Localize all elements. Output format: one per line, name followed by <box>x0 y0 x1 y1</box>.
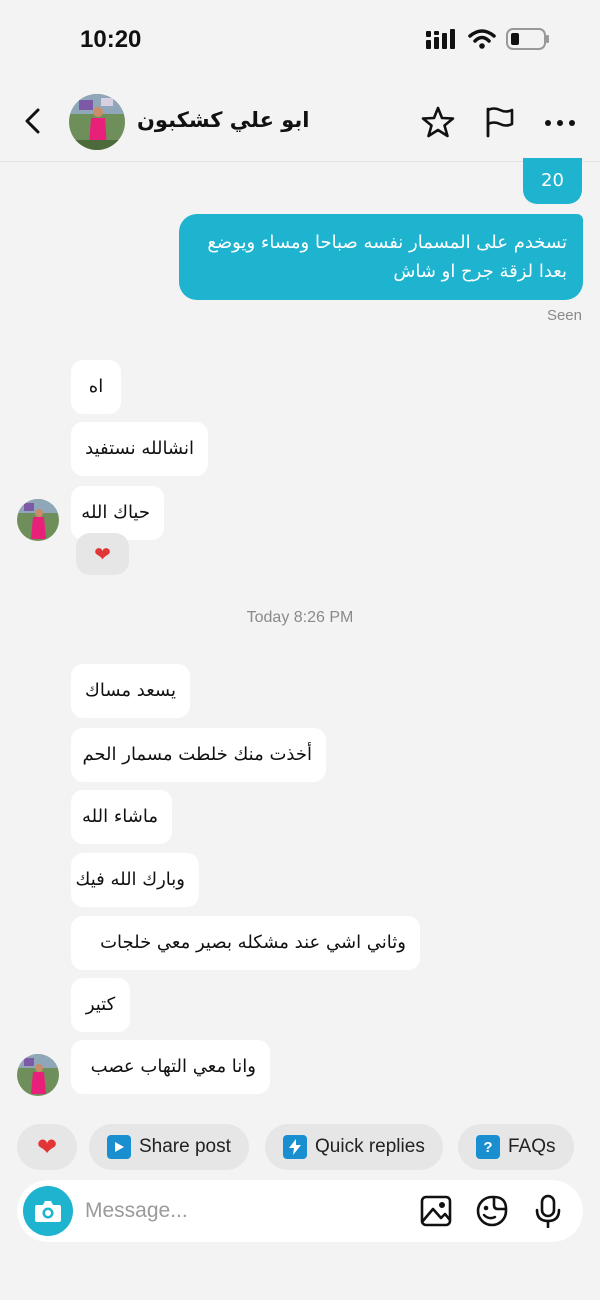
incoming-message[interactable]: يسعد مساك <box>71 664 190 718</box>
incoming-message[interactable]: وانا معي التهاب عصب <box>71 1040 270 1094</box>
more-icon[interactable] <box>543 105 577 139</box>
battery-icon <box>506 28 549 50</box>
message-text: يسعد مساك <box>85 680 176 701</box>
flag-icon[interactable] <box>482 105 516 139</box>
outgoing-message[interactable]: تسخدم على المسمار نفسه صباحا ومساء ويوضع… <box>179 214 583 300</box>
heart-chip[interactable]: ❤ <box>17 1124 77 1170</box>
star-icon[interactable] <box>421 105 455 139</box>
incoming-message[interactable]: وثاني اشي عند مشكله بصير معي خلجات <box>71 916 420 970</box>
share-post-label: Share post <box>139 1136 231 1157</box>
status-bar: 10:20 <box>0 0 600 80</box>
share-post-chip[interactable]: Share post <box>89 1124 249 1170</box>
sticker-icon[interactable] <box>475 1194 509 1228</box>
message-text: ماشاء الله <box>82 806 158 827</box>
message-text: اه <box>88 376 104 397</box>
status-time: 10:20 <box>80 26 142 53</box>
heart-icon: ❤ <box>94 542 111 566</box>
faqs-label: FAQs <box>508 1136 556 1157</box>
message-text: بعدا لزقة جرح او شاش <box>393 261 567 282</box>
contact-avatar[interactable] <box>69 94 125 150</box>
incoming-message[interactable]: وبارك الله فيك <box>71 853 199 907</box>
chat-header: ابو علي كشكبون <box>0 80 600 162</box>
incoming-message[interactable]: ماشاء الله <box>71 790 172 844</box>
quick-replies-label: Quick replies <box>315 1136 425 1157</box>
message-text: تسخدم على المسمار نفسه صباحا ومساء ويوضع <box>207 232 567 253</box>
incoming-message[interactable]: أخذت منك خلطت مسمار الحم <box>71 728 326 782</box>
faqs-chip[interactable]: ? FAQs <box>458 1124 574 1170</box>
contact-avatar[interactable] <box>17 1054 59 1096</box>
message-text: حياك الله <box>81 502 150 523</box>
message-text: وانا معي التهاب عصب <box>90 1056 256 1077</box>
date-separator: Today 8:26 PM <box>246 609 354 626</box>
message-text: وبارك الله فيك <box>75 869 185 890</box>
message-text: وثاني اشي عند مشكله بصير معي خلجات <box>100 932 406 953</box>
message-text: 20 <box>541 170 564 191</box>
heart-reaction[interactable]: ❤ <box>76 533 129 575</box>
wifi-icon <box>468 29 496 49</box>
question-icon: ? <box>476 1135 500 1159</box>
message-input[interactable] <box>85 1194 385 1228</box>
message-composer <box>17 1180 583 1242</box>
incoming-message[interactable]: كتير <box>71 978 130 1032</box>
quick-replies-chip[interactable]: Quick replies <box>265 1124 443 1170</box>
microphone-icon[interactable] <box>531 1194 565 1228</box>
message-text: كتير <box>85 994 116 1015</box>
quick-actions-bar: ❤ Share post Quick replies ? FAQs <box>0 1124 600 1170</box>
signal-icon <box>426 29 455 49</box>
contact-name[interactable]: ابو علي كشكبون <box>137 108 310 132</box>
back-icon[interactable] <box>18 106 48 136</box>
camera-button[interactable] <box>23 1186 73 1236</box>
outgoing-message[interactable]: 20 <box>523 158 582 204</box>
status-icons <box>426 28 550 50</box>
heart-icon: ❤ <box>36 1133 58 1161</box>
incoming-message[interactable]: اه <box>71 360 121 414</box>
gallery-icon[interactable] <box>419 1194 453 1228</box>
incoming-message[interactable]: حياك الله <box>71 486 164 540</box>
message-text: انشالله نستفيد <box>85 438 194 459</box>
lightning-icon <box>283 1135 307 1159</box>
contact-avatar[interactable] <box>17 499 59 541</box>
camera-icon <box>35 1201 61 1222</box>
incoming-message[interactable]: انشالله نستفيد <box>71 422 208 476</box>
play-icon <box>107 1135 131 1159</box>
message-text: أخذت منك خلطت مسمار الحم <box>82 744 312 765</box>
seen-status: Seen <box>546 307 582 324</box>
